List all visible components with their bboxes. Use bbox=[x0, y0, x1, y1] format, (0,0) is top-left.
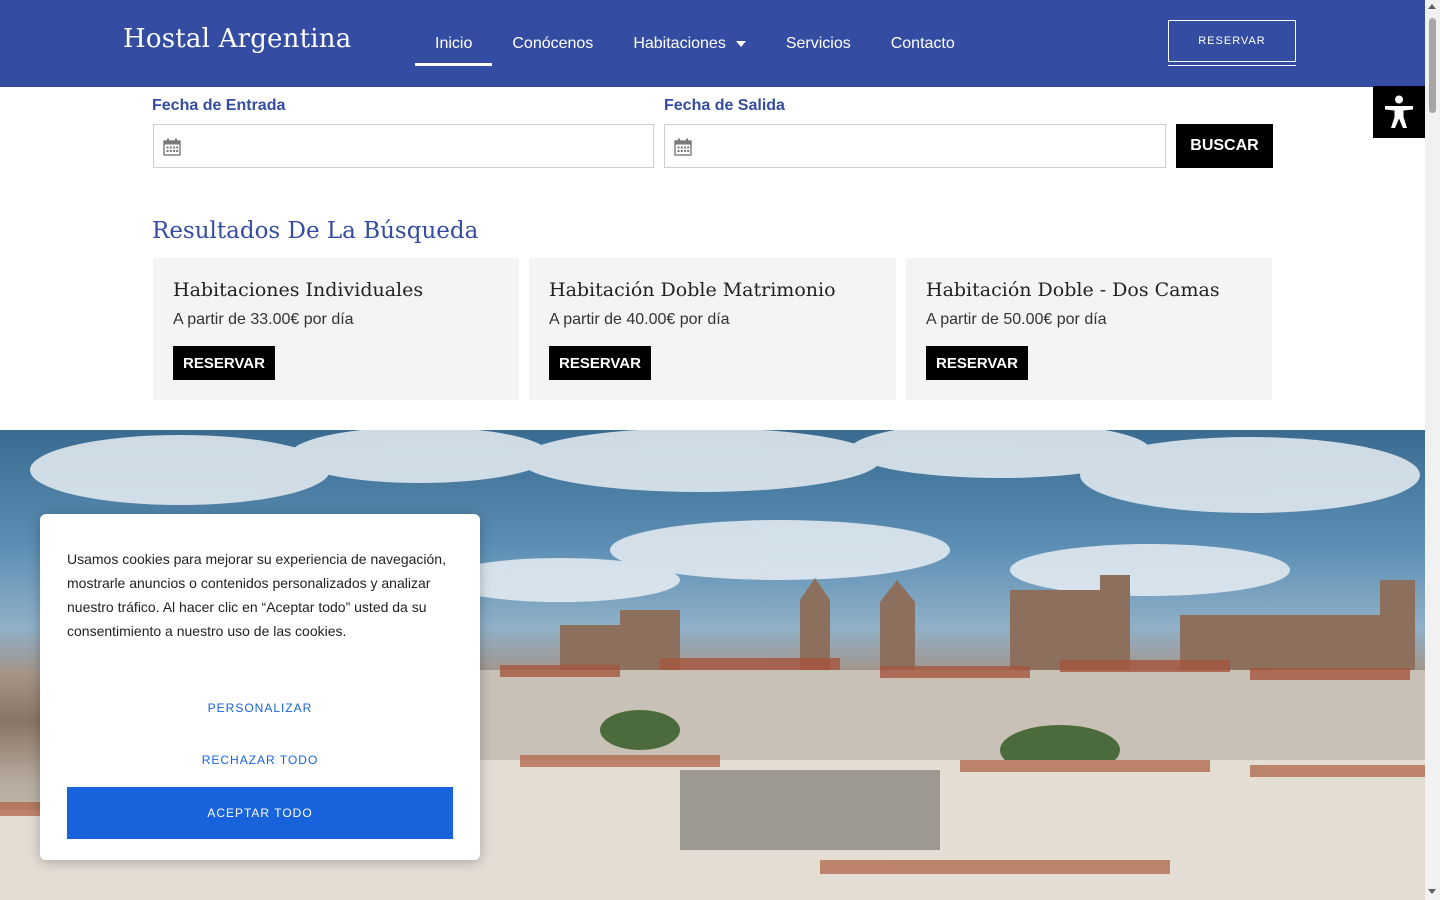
room-reservar-button[interactable]: RESERVAR bbox=[549, 346, 651, 380]
checkout-field[interactable] bbox=[664, 124, 1166, 168]
room-price: A partir de 33.00€ por día bbox=[173, 311, 354, 328]
room-name: Habitación Doble - Dos Camas bbox=[926, 279, 1220, 301]
calendar-icon bbox=[674, 138, 692, 156]
cookie-accept-button[interactable]: ACEPTAR TODO bbox=[67, 787, 453, 839]
nav-item-contacto[interactable]: Contacto bbox=[871, 0, 975, 87]
scrollbar-thumb[interactable] bbox=[1429, 18, 1436, 113]
chevron-down-icon bbox=[735, 40, 746, 47]
accessibility-button[interactable] bbox=[1373, 86, 1425, 138]
calendar-icon bbox=[163, 138, 181, 156]
room-price: A partir de 50.00€ por día bbox=[926, 311, 1107, 328]
room-name: Habitación Doble Matrimonio bbox=[549, 279, 836, 301]
cookie-message: Usamos cookies para mejorar su experienc… bbox=[67, 551, 446, 639]
header-button-underline bbox=[1168, 65, 1296, 66]
checkout-input[interactable] bbox=[665, 125, 1165, 167]
checkin-field[interactable] bbox=[153, 124, 654, 168]
site-header: Hostal Argentina Inicio Conócenos Habita… bbox=[0, 0, 1425, 87]
cookie-customize-button[interactable]: PERSONALIZAR bbox=[67, 701, 453, 715]
room-price: A partir de 40.00€ por día bbox=[549, 311, 730, 328]
cookie-reject-button[interactable]: RECHAZAR TODO bbox=[67, 753, 453, 767]
room-card: Habitación Doble Matrimonio A partir de … bbox=[529, 258, 896, 400]
page-scrollbar[interactable] bbox=[1425, 0, 1440, 900]
room-reservar-button[interactable]: RESERVAR bbox=[926, 346, 1028, 380]
site-logo[interactable]: Hostal Argentina bbox=[123, 24, 351, 54]
room-name: Habitaciones Individuales bbox=[173, 279, 424, 301]
main-nav: Inicio Conócenos Habitaciones Servicios … bbox=[415, 0, 975, 87]
room-card: Habitación Doble - Dos Camas A partir de… bbox=[906, 258, 1272, 400]
checkin-label: Fecha de Entrada bbox=[152, 97, 286, 114]
scroll-up-arrow-icon[interactable] bbox=[1428, 4, 1436, 9]
scroll-down-arrow-icon[interactable] bbox=[1428, 889, 1436, 894]
results-title: Resultados De La Búsqueda bbox=[152, 218, 479, 244]
nav-item-conocenos[interactable]: Conócenos bbox=[492, 0, 613, 87]
nav-item-inicio[interactable]: Inicio bbox=[415, 0, 493, 87]
nav-item-habitaciones[interactable]: Habitaciones bbox=[613, 0, 766, 87]
checkout-label: Fecha de Salida bbox=[664, 97, 785, 114]
search-button[interactable]: BUSCAR bbox=[1176, 124, 1273, 168]
room-card: Habitaciones Individuales A partir de 33… bbox=[153, 258, 519, 400]
room-reservar-button[interactable]: RESERVAR bbox=[173, 346, 275, 380]
header-reservar-button[interactable]: RESERVAR bbox=[1168, 20, 1296, 62]
cookie-consent-modal: Usamos cookies para mejorar su experienc… bbox=[40, 514, 480, 860]
accessibility-icon bbox=[1385, 95, 1413, 128]
nav-item-servicios[interactable]: Servicios bbox=[766, 0, 871, 87]
nav-item-habitaciones-label: Habitaciones bbox=[633, 34, 726, 52]
checkin-input[interactable] bbox=[154, 125, 653, 167]
